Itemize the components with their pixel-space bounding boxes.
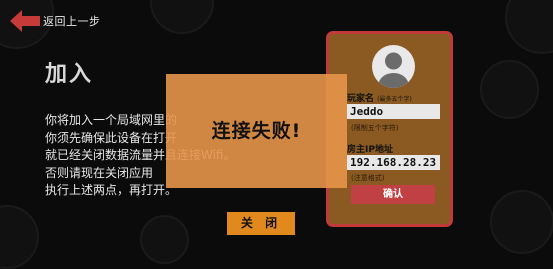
host-ip-hint: (注意格式) [351, 174, 385, 182]
player-name-label: 玩家名 (最多五个字) [347, 91, 412, 104]
player-name-note: (最多五个字) [377, 96, 412, 103]
player-name-field[interactable]: Jeddo [347, 104, 440, 119]
back-button[interactable]: 返回上一步 [10, 10, 128, 32]
back-arrow-icon [10, 10, 40, 32]
host-ip-label: 房主IP地址 [347, 145, 393, 155]
background-circle [490, 190, 553, 254]
background-circle [140, 215, 189, 264]
page-title: 加入 [45, 62, 94, 87]
host-ip-field[interactable]: 192.168.28.23 [347, 155, 440, 170]
back-button-label: 返回上一步 [43, 15, 101, 28]
background-circle [150, 0, 214, 34]
error-message: 连接失败! [211, 120, 302, 142]
avatar-icon [372, 45, 415, 88]
close-button[interactable]: 关 闭 [227, 212, 295, 235]
background-circle [480, 60, 539, 119]
confirm-button[interactable]: 确认 [351, 185, 435, 204]
player-name-label-text: 玩家名 [347, 94, 375, 104]
background-circle [0, 205, 39, 269]
background-circle [505, 0, 553, 54]
player-name-hint: (限制五个字符) [351, 124, 399, 132]
